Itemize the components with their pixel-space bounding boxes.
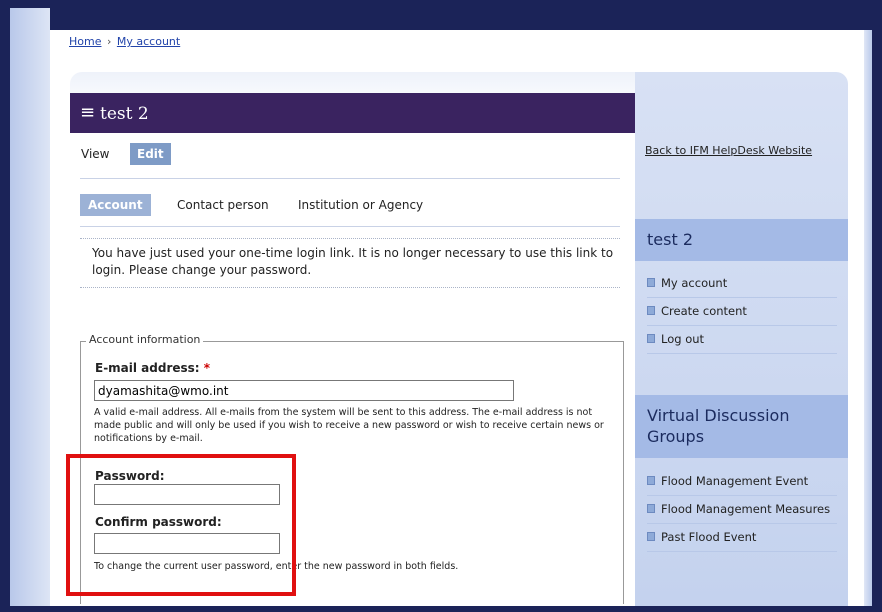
sidebar-item-flood-management-event[interactable]: Flood Management Event <box>647 468 837 496</box>
tabs-divider <box>80 178 620 179</box>
sidebar-item-past-flood-event[interactable]: Past Flood Event <box>647 524 837 552</box>
email-label: E-mail address: * <box>95 361 211 375</box>
square-bullet-icon <box>647 278 655 287</box>
groups-menu: Flood Management Event Flood Management … <box>647 468 837 552</box>
back-to-helpdesk-link[interactable]: Back to IFM HelpDesk Website <box>645 144 812 157</box>
sidebar-item-flood-management-measures[interactable]: Flood Management Measures <box>647 496 837 524</box>
page-title-bar: ≡ test 2 <box>70 93 635 133</box>
window-left-border <box>0 0 10 612</box>
fieldset-legend: Account information <box>86 333 204 346</box>
email-description: A valid e-mail address. All e-mails from… <box>94 407 604 444</box>
primary-tabs: View Edit <box>70 143 635 183</box>
tab-view[interactable]: View <box>74 143 116 165</box>
window-right-border <box>872 0 882 612</box>
sidebar-item-my-account[interactable]: My account <box>647 270 837 298</box>
window-bottom-border <box>0 606 882 612</box>
sidebar: Back to IFM HelpDesk Website test 2 My a… <box>635 72 848 606</box>
page: Home › My account ≡ test 2 View Edit Acc… <box>50 30 864 606</box>
sidebar-item-log-out[interactable]: Log out <box>647 326 837 354</box>
window-top-border <box>0 0 882 30</box>
square-bullet-icon <box>647 476 655 485</box>
tab-edit[interactable]: Edit <box>130 143 171 165</box>
subtab-institution[interactable]: Institution or Agency <box>290 194 431 216</box>
user-menu: My account Create content Log out <box>647 270 837 354</box>
status-message: You have just used your one-time login l… <box>80 238 620 288</box>
subtabs-divider <box>80 226 620 227</box>
groups-block-title: Virtual Discussion Groups <box>635 395 848 458</box>
secondary-tabs: Account Contact person Institution or Ag… <box>70 191 635 221</box>
breadcrumb-my-account-link[interactable]: My account <box>117 35 180 48</box>
menu-icon: ≡ <box>80 102 96 123</box>
sidebar-item-create-content[interactable]: Create content <box>647 298 837 326</box>
page-left-gutter <box>10 8 50 606</box>
required-marker: * <box>203 361 211 375</box>
user-block-title: test 2 <box>635 219 848 261</box>
breadcrumb: Home › My account <box>69 35 180 48</box>
subtab-account[interactable]: Account <box>80 194 151 216</box>
square-bullet-icon <box>647 306 655 315</box>
breadcrumb-separator: › <box>106 35 112 48</box>
email-field[interactable] <box>94 380 514 401</box>
square-bullet-icon <box>647 504 655 513</box>
password-highlight-box <box>66 454 296 596</box>
subtab-contact-person[interactable]: Contact person <box>169 194 277 216</box>
square-bullet-icon <box>647 532 655 541</box>
page-title: test 2 <box>100 104 149 124</box>
page-right-gutter <box>864 30 872 606</box>
breadcrumb-home-link[interactable]: Home <box>69 35 101 48</box>
square-bullet-icon <box>647 334 655 343</box>
